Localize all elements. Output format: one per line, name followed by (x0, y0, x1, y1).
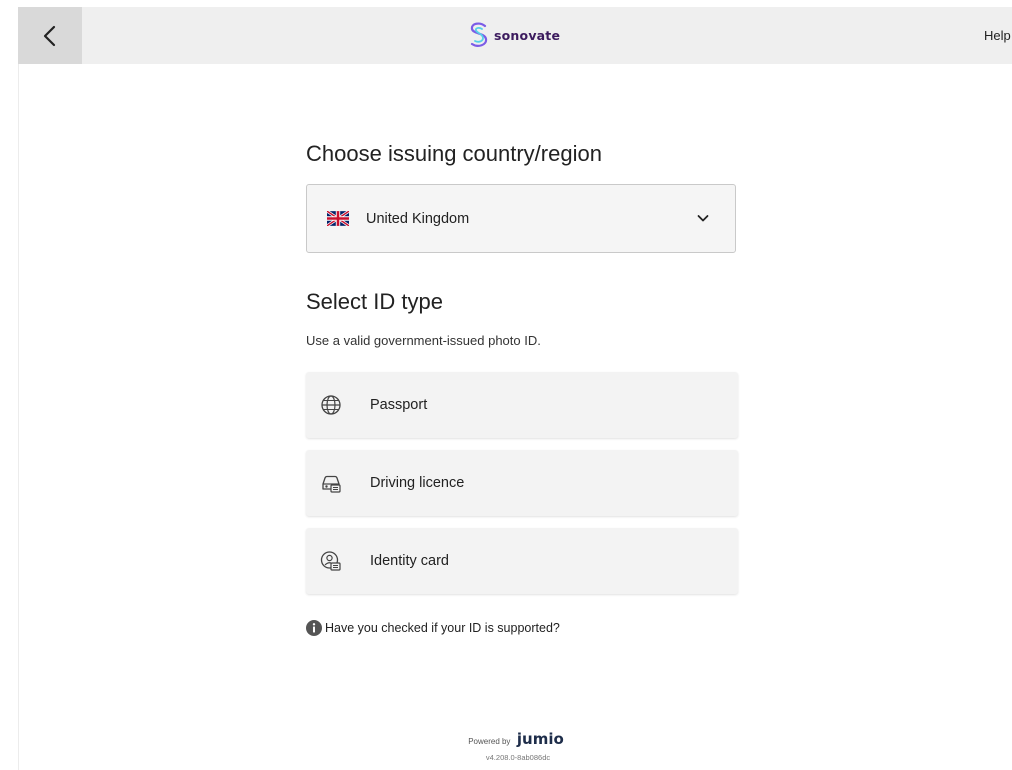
logo-text: sonovate (494, 27, 561, 43)
chevron-down-icon (697, 215, 709, 222)
car-icon (322, 475, 341, 493)
driving-licence-label: Driving licence (370, 475, 465, 491)
identity-card-option[interactable]: Identity card (306, 528, 738, 594)
left-divider (18, 64, 19, 770)
top-bar: sonovate Help (18, 7, 1012, 64)
sonovate-logo: sonovate (468, 21, 560, 49)
country-heading: Choose issuing country/region (306, 141, 602, 166)
verification-page: sonovate Help Choose issuing country/reg… (0, 0, 1012, 770)
powered-by-label: Powered by (468, 737, 511, 746)
help-link[interactable]: Help (984, 28, 1011, 43)
version-label: v4.208.0-8ab086dc (485, 753, 551, 762)
globe-icon (321, 395, 341, 415)
powered-by: Powered by jumio (0, 730, 1012, 749)
uk-flag-icon (327, 211, 349, 226)
id-type-heading: Select ID type (306, 289, 443, 314)
passport-label: Passport (370, 397, 428, 413)
chevron-left-icon (43, 25, 56, 46)
id-card-icon (320, 551, 341, 571)
sonovate-s-logo-icon (470, 22, 488, 47)
id-support-link[interactable]: Have you checked if your ID is supported… (306, 620, 560, 636)
identity-card-label: Identity card (370, 553, 449, 569)
back-button[interactable] (18, 7, 82, 64)
jumio-logo: jumio (516, 730, 564, 748)
info-icon (306, 620, 322, 636)
country-select[interactable]: United Kingdom (306, 184, 736, 253)
driving-licence-option[interactable]: Driving licence (306, 450, 738, 516)
selected-country: United Kingdom (366, 211, 470, 227)
id-type-subtitle: Use a valid government-issued photo ID. (306, 333, 541, 348)
passport-option[interactable]: Passport (306, 372, 738, 438)
support-text: Have you checked if your ID is supported… (325, 621, 560, 635)
